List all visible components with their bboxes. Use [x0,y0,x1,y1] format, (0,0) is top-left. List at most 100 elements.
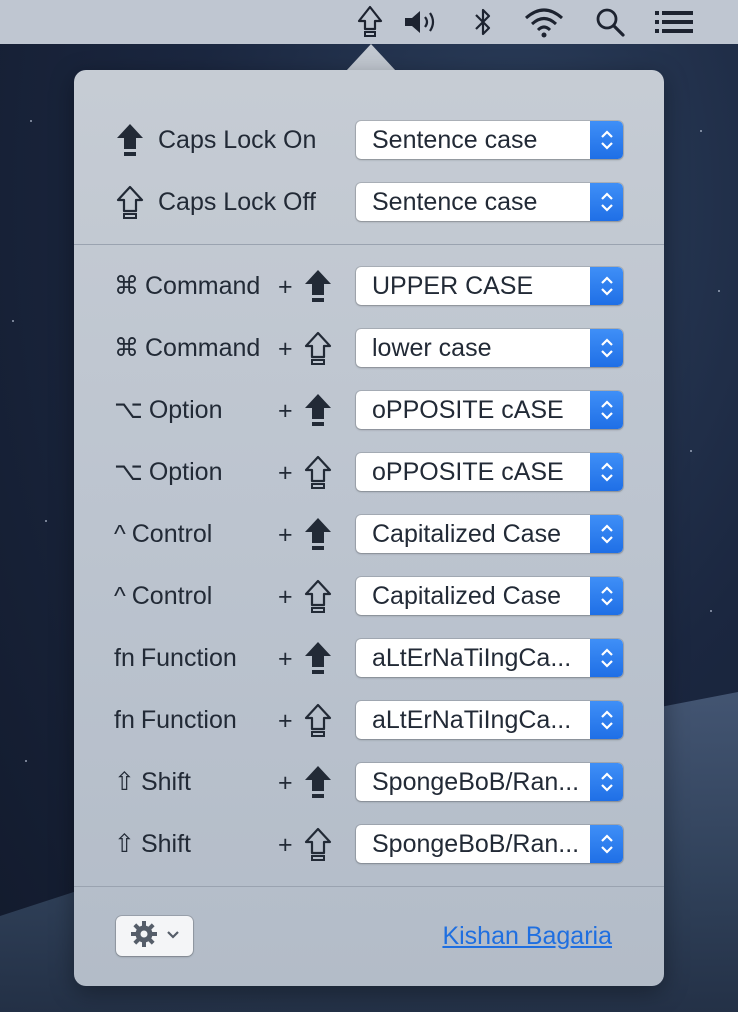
modifier-name: Control [131,582,213,610]
shortcut-row: ⌘ Command + UPPER CASE [74,266,664,306]
plus-sign: + [278,521,293,549]
modifier-label: ⌘ Command [114,328,260,368]
select-value: oPPOSITE cASE [372,458,564,486]
case-select[interactable]: lower case [356,329,623,367]
shortcut-row: fn Function + aLtErNaTiIngCa... [74,700,664,740]
select-value: Capitalized Case [372,520,561,548]
modifier-label: ⌘ Command [114,266,260,306]
modifier-name: Control [131,520,213,548]
select-value: Sentence case [372,126,538,154]
popover-pointer [346,44,396,71]
select-value: oPPOSITE cASE [372,396,564,424]
chevron-up-down-icon [590,453,623,491]
case-select[interactable]: SpongeBoB/Ran... [356,825,623,863]
case-select[interactable]: oPPOSITE cASE [356,453,623,491]
chevron-down-icon [166,927,180,945]
shift-filled-icon [302,516,334,552]
author-link[interactable]: Kishan Bagaria [442,916,612,956]
menu-bar [0,0,738,44]
shortcut-row: ⌥ Option + oPPOSITE cASE [74,390,664,430]
plus-sign: + [278,645,293,673]
shortcut-row: ⌘ Command + lower case [74,328,664,368]
modifier-name: Command [145,334,261,362]
caps-lock-off-label: Caps Lock Off [158,188,316,216]
modifier-glyph: ^ [114,520,126,548]
plus-sign: + [278,459,293,487]
select-value: Capitalized Case [372,582,561,610]
modifier-label: ^ Control [114,576,212,616]
chevron-up-down-icon [590,515,623,553]
control-strip-list-icon[interactable] [654,0,694,44]
modifier-label: ⇧ Shift [114,762,191,802]
chevron-up-down-icon [590,183,623,221]
caps-lock-on-select[interactable]: Sentence case [356,121,623,159]
modifier-glyph: ⇧ [114,768,135,796]
modifier-label: ^ Control [114,514,212,554]
modifier-glyph: ⌘ [114,272,139,300]
chevron-up-down-icon [590,763,623,801]
shortcut-row: ⌥ Option + oPPOSITE cASE [74,452,664,492]
plus-sign: + [278,583,293,611]
modifier-glyph: ⇧ [114,830,135,858]
shortcut-row: ⇧ Shift + SpongeBoB/Ran... [74,762,664,802]
shortcut-row: ⇧ Shift + SpongeBoB/Ran... [74,824,664,864]
plus-sign: + [278,397,293,425]
select-value: SpongeBoB/Ran... [372,830,580,858]
modifier-name: Command [145,272,261,300]
select-value: Sentence case [372,188,538,216]
search-icon[interactable] [594,0,626,44]
shortcut-row: fn Function + aLtErNaTiIngCa... [74,638,664,678]
case-select[interactable]: Capitalized Case [356,577,623,615]
bluetooth-icon[interactable] [470,0,496,44]
footer-divider [74,886,664,887]
plus-sign: + [278,335,293,363]
gear-icon [130,920,158,953]
volume-icon[interactable] [402,0,442,44]
modifier-label: ⌥ Option [114,452,222,492]
chevron-up-down-icon [590,639,623,677]
shortcut-row: ^ Control + Capitalized Case [74,514,664,554]
modifier-name: Function [140,706,237,734]
case-select[interactable]: oPPOSITE cASE [356,391,623,429]
plus-sign: + [278,831,293,859]
chevron-up-down-icon [590,329,623,367]
shift-filled-icon [302,392,334,428]
modifier-glyph: fn [114,706,135,734]
caps-lock-on-label: Caps Lock On [158,126,317,154]
shift-filled-icon [302,268,334,304]
shift-outline-icon[interactable] [354,0,386,44]
shift-filled-icon [302,640,334,676]
plus-sign: + [278,707,293,735]
chevron-up-down-icon [590,577,623,615]
case-select[interactable]: aLtErNaTiIngCa... [356,639,623,677]
caps-lock-off-select[interactable]: Sentence case [356,183,623,221]
select-value: lower case [372,334,492,362]
chevron-up-down-icon [590,121,623,159]
modifier-glyph: ⌘ [114,334,139,362]
caps-lock-off-row: Caps Lock Off Sentence case [74,182,664,222]
settings-menu-button[interactable] [116,916,193,956]
chevron-up-down-icon [590,267,623,305]
caps-lock-popover: Caps Lock On Sentence case Caps Lock Off… [74,70,664,986]
shift-filled-icon [302,764,334,800]
case-select[interactable]: UPPER CASE [356,267,623,305]
plus-sign: + [278,273,293,301]
case-select[interactable]: Capitalized Case [356,515,623,553]
modifier-name: Shift [140,768,191,796]
chevron-up-down-icon [590,825,623,863]
shift-outline-icon [302,826,334,862]
modifier-label: ⇧ Shift [114,824,191,864]
case-select[interactable]: SpongeBoB/Ran... [356,763,623,801]
case-select[interactable]: aLtErNaTiIngCa... [356,701,623,739]
shift-outline-icon [302,454,334,490]
modifier-name: Option [148,396,223,424]
section-divider [74,244,664,245]
select-value: aLtErNaTiIngCa... [372,644,572,672]
wifi-icon[interactable] [522,0,566,44]
modifier-glyph: ⌥ [114,396,143,424]
shift-outline-icon [302,578,334,614]
chevron-up-down-icon [590,391,623,429]
plus-sign: + [278,769,293,797]
modifier-glyph: ^ [114,582,126,610]
chevron-up-down-icon [590,701,623,739]
